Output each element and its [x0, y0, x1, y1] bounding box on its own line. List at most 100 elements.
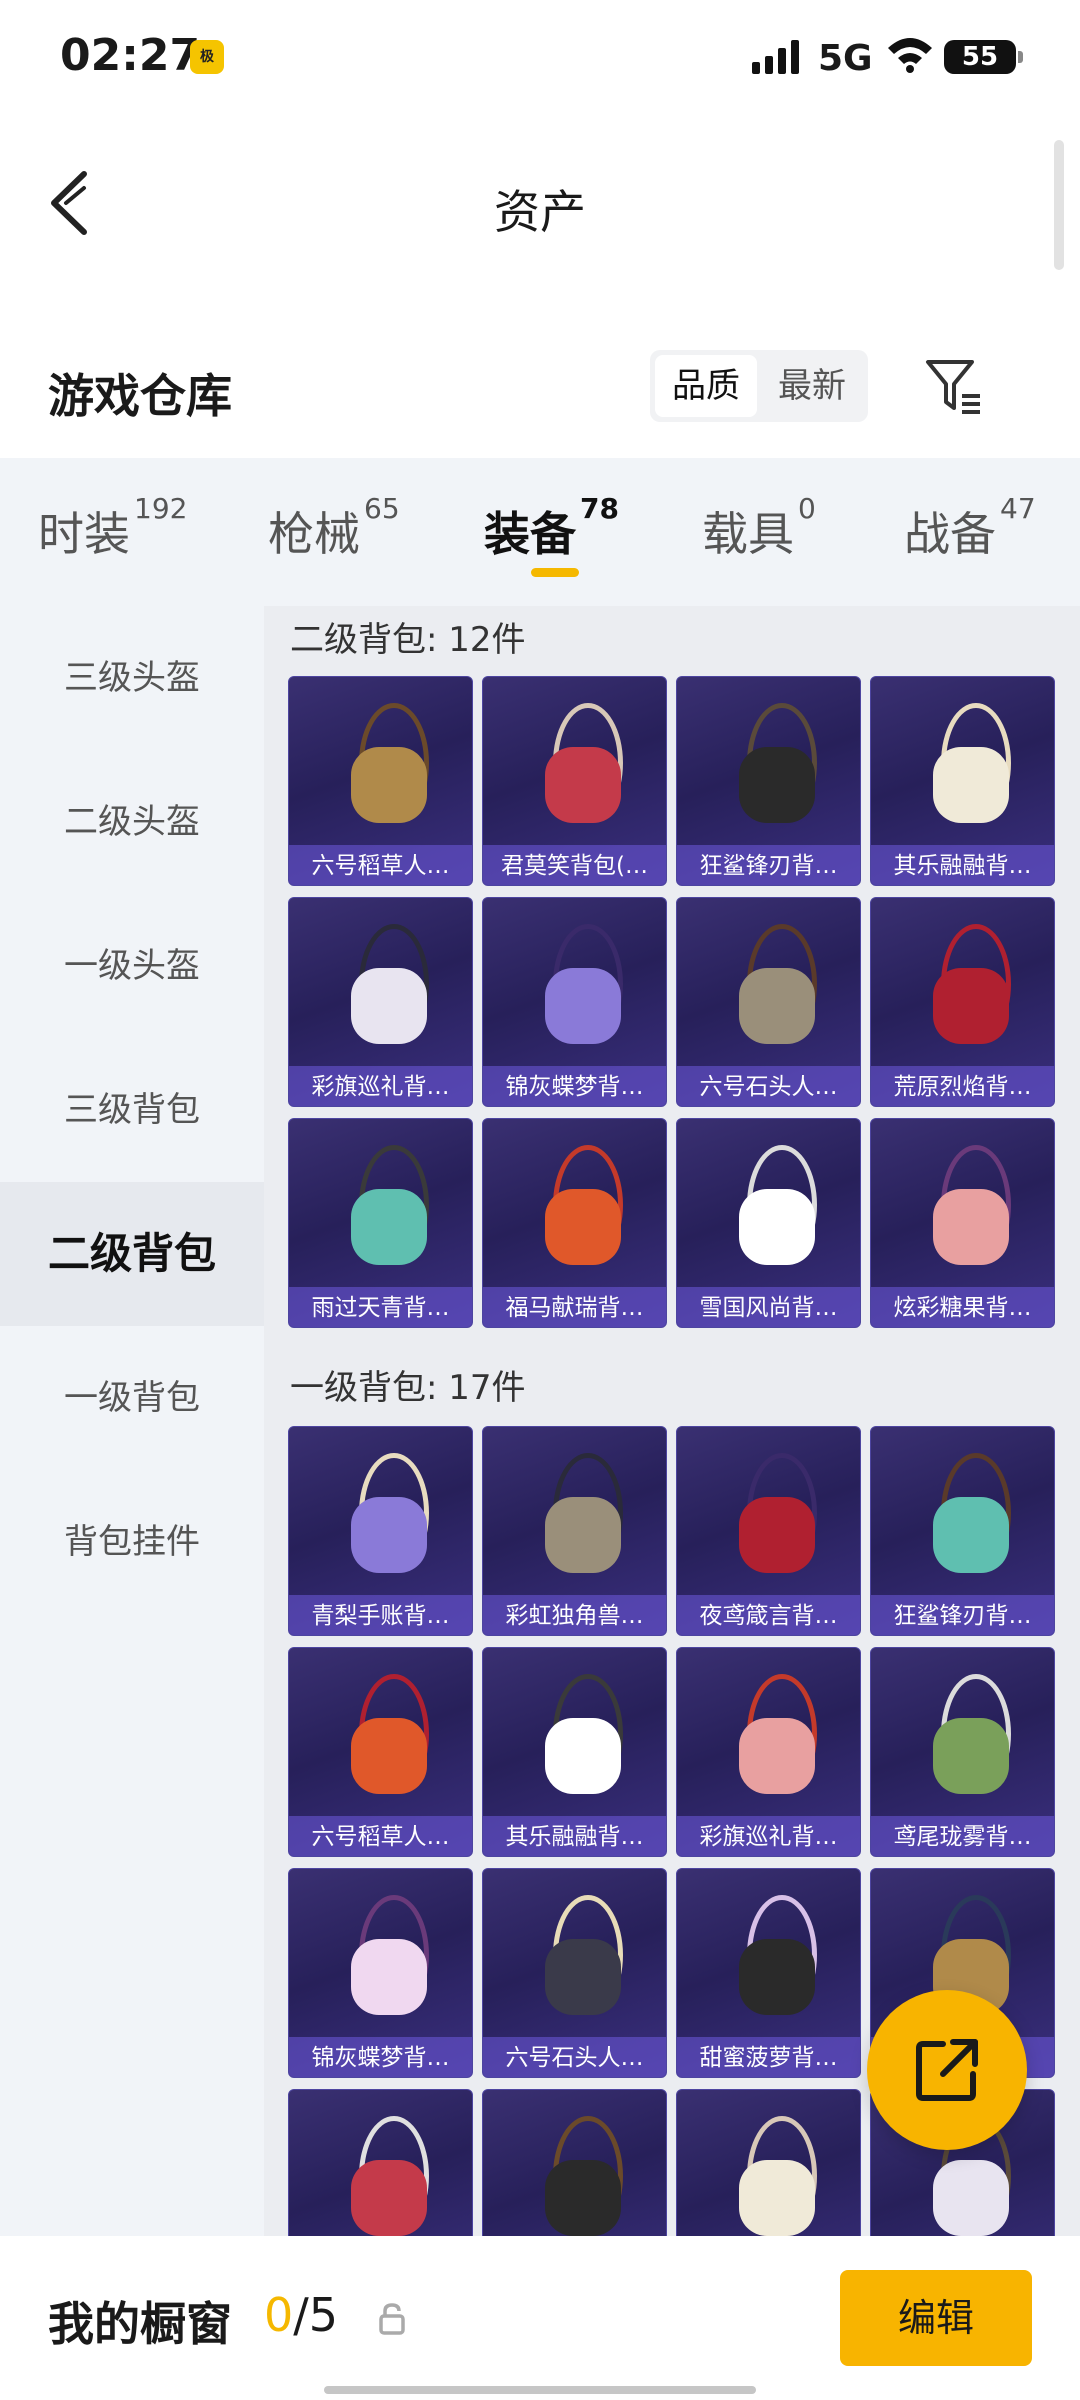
item-name: 荒原烈焰背… [893, 1074, 1032, 1100]
item-card[interactable]: 鸢尾珑雾背… [870, 1647, 1055, 1857]
item-card[interactable] [676, 2089, 861, 2236]
tab-count: 47 [1000, 492, 1036, 525]
battery-icon: 55 [944, 40, 1023, 74]
status-bar: 02:27 极 5G 55 [0, 0, 1080, 120]
backpack-image [505, 1658, 645, 1808]
tab-count: 78 [580, 492, 619, 525]
item-card[interactable]: 夜鸢箴言背… [676, 1426, 861, 1636]
item-name: 彩虹独角兽… [505, 1603, 644, 1629]
backpack-image [311, 2100, 451, 2236]
item-card[interactable]: 君莫笑背包(… [482, 676, 667, 886]
item-grid: 六号稻草人… 君莫笑背包(… 狂鲨锋刃背… 其乐融融背… 彩旗巡礼背… 锦灰蝶梦背… 六号石… [288, 676, 1055, 1328]
backpack-image [505, 908, 645, 1058]
item-card[interactable]: 六号石头人… [482, 1868, 667, 2078]
item-card[interactable]: 锦灰蝶梦背… [288, 1868, 473, 2078]
item-name: 甜蜜菠萝背… [699, 2045, 838, 2071]
showcase-current: 0 [264, 2288, 294, 2342]
item-card[interactable]: 六号石头人… [676, 897, 861, 1107]
item-name: 其乐融融背… [893, 853, 1032, 879]
item-card[interactable]: 狂鲨锋刃背… [870, 1426, 1055, 1636]
tab-count: 65 [364, 492, 400, 525]
item-card[interactable] [482, 2089, 667, 2236]
item-card[interactable]: 甜蜜菠萝背… [676, 1868, 861, 2078]
backpack-image [311, 1129, 451, 1279]
sidebar-item-level2-helmet[interactable]: 二级头盔 [0, 750, 264, 894]
item-name: 福马献瑞背… [505, 1295, 644, 1321]
sidebar-item-level3-backpack[interactable]: 三级背包 [0, 1038, 264, 1182]
share-button[interactable] [867, 1990, 1027, 2150]
backpack-image [893, 1437, 1033, 1587]
backpack-image [699, 2100, 839, 2236]
item-name: 雪国风尚背… [699, 1295, 838, 1321]
sidebar-item-level2-backpack[interactable]: 二级背包 [0, 1182, 264, 1326]
backpack-image [699, 1437, 839, 1587]
sidebar: 三级头盔 二级头盔 一级头盔 三级背包 二级背包 一级背包 背包挂件 [0, 606, 264, 2236]
item-name: 君莫笑背包(… [501, 853, 648, 879]
scroll-indicator [1054, 140, 1064, 270]
tab-label: 载具 [702, 507, 794, 561]
showcase-label: 我的橱窗 [48, 2297, 232, 2351]
sidebar-item-level3-helmet[interactable]: 三级头盔 [0, 606, 264, 750]
tab-equipment[interactable]: 装备 78 [484, 492, 619, 564]
backpack-image [311, 908, 451, 1058]
item-name: 鸢尾珑雾背… [893, 1824, 1032, 1850]
item-name: 狂鲨锋刃背… [699, 853, 838, 879]
tab-label: 战备 [904, 507, 996, 561]
app-badge-icon: 极 [190, 40, 224, 74]
item-card[interactable]: 彩旗巡礼背… [288, 897, 473, 1107]
backpack-image [505, 2100, 645, 2236]
item-card[interactable]: 彩虹独角兽… [482, 1426, 667, 1636]
item-name: 六号稻草人… [311, 1824, 450, 1850]
sidebar-item-level1-helmet[interactable]: 一级头盔 [0, 894, 264, 1038]
sidebar-item-level1-backpack[interactable]: 一级背包 [0, 1326, 264, 1470]
item-card[interactable]: 雪国风尚背… [676, 1118, 861, 1328]
tab-firearms[interactable]: 枪械 65 [268, 492, 400, 564]
backpack-image [893, 1658, 1033, 1808]
item-card[interactable]: 锦灰蝶梦背… [482, 897, 667, 1107]
section-title: 一级背包: 17件 [290, 1368, 526, 1408]
tab-label: 时装 [38, 507, 130, 561]
sort-option-newest[interactable]: 最新 [761, 355, 863, 417]
signal-icon [752, 38, 799, 74]
warehouse-title: 游戏仓库 [48, 369, 232, 423]
tab-label: 枪械 [268, 507, 360, 561]
showcase-total: /5 [293, 2288, 339, 2342]
tab-count: 0 [798, 492, 816, 525]
item-card[interactable]: 炫彩糖果背… [870, 1118, 1055, 1328]
item-card[interactable]: 福马献瑞背… [482, 1118, 667, 1328]
item-card[interactable]: 其乐融融背… [482, 1647, 667, 1857]
lock-icon [379, 2303, 405, 2335]
item-name: 彩旗巡礼背… [311, 1074, 450, 1100]
item-card[interactable] [288, 2089, 473, 2236]
item-name: 夜鸢箴言背… [699, 1603, 838, 1629]
backpack-image [505, 687, 645, 837]
item-card[interactable]: 荒原烈焰背… [870, 897, 1055, 1107]
item-name: 彩旗巡礼背… [699, 1824, 838, 1850]
sort-option-quality[interactable]: 品质 [655, 355, 757, 417]
home-indicator [324, 2386, 756, 2394]
sidebar-item-backpack-charm[interactable]: 背包挂件 [0, 1470, 264, 1614]
status-time: 02:27 [60, 30, 201, 81]
backpack-image [893, 1129, 1033, 1279]
item-name: 锦灰蝶梦背… [311, 2045, 450, 2071]
category-tabs: 时装 192 枪械 65 装备 78 载具 0 战备 47 [0, 458, 1080, 606]
item-card[interactable]: 彩旗巡礼背… [676, 1647, 861, 1857]
filter-icon[interactable] [922, 354, 986, 418]
backpack-image [311, 1658, 451, 1808]
item-card[interactable]: 雨过天青背… [288, 1118, 473, 1328]
backpack-image [311, 1437, 451, 1587]
item-card[interactable]: 狂鲨锋刃背… [676, 676, 861, 886]
item-card[interactable]: 六号稻草人… [288, 1647, 473, 1857]
tab-combat-gear[interactable]: 战备 47 [904, 492, 1036, 564]
tab-vehicles[interactable]: 载具 0 [702, 492, 816, 564]
edit-button[interactable]: 编辑 [840, 2270, 1032, 2366]
tab-fashion[interactable]: 时装 192 [38, 492, 187, 564]
tab-count: 192 [134, 492, 188, 525]
item-name: 青梨手账背… [311, 1603, 450, 1629]
backpack-image [893, 908, 1033, 1058]
backpack-image [699, 1879, 839, 2029]
showcase-count: 0/5 [264, 2288, 338, 2342]
item-card[interactable]: 青梨手账背… [288, 1426, 473, 1636]
item-card[interactable]: 六号稻草人… [288, 676, 473, 886]
item-card[interactable]: 其乐融融背… [870, 676, 1055, 886]
